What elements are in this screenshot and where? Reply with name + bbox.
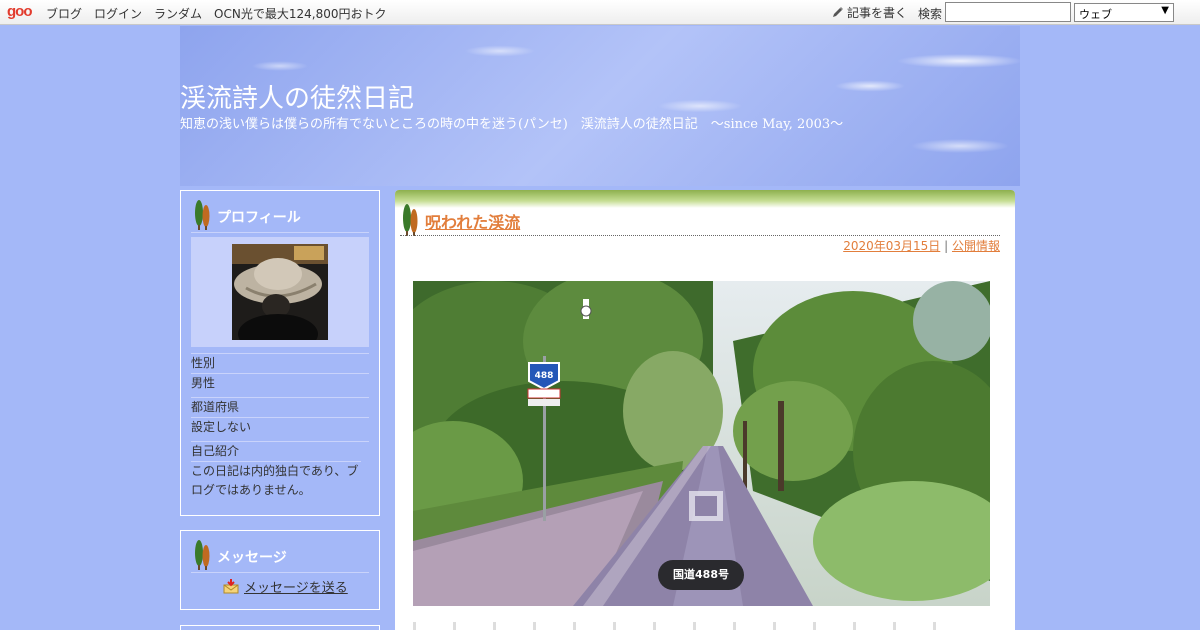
post-photo[interactable]: 488 国道488号 [413, 281, 990, 606]
route-sign-number: 488 [535, 371, 554, 381]
nav-login[interactable]: ログイン [94, 7, 142, 21]
profile-intro-value: この日記は内的独白であり、ブログではありません。 [191, 461, 361, 500]
profile-gender-label: 性別 [191, 353, 369, 373]
cypress-tree-icon [403, 204, 418, 236]
cypress-tree-icon [195, 200, 210, 230]
pencil-icon [833, 7, 843, 17]
blog-post: 呪われた渓流 2020年03月15日 | 公開情報 488 国道488号 [395, 190, 1015, 630]
message-box-header: メッセージ [191, 531, 369, 573]
profile-prefecture-label: 都道府県 [191, 397, 369, 417]
post-category-link[interactable]: 公開情報 [952, 239, 1000, 253]
post-header-band [395, 190, 1015, 208]
write-article-label: 記事を書く [847, 6, 908, 20]
profile-box: プロフィール 性別 男性 都道府県 設定しない 自己紹介 この日記は内的独白であ… [180, 190, 380, 516]
road-name-label: 国道488号 [658, 560, 744, 590]
top-nav: ブログ ログイン ランダム OCN光で最大124,800円おトク [46, 5, 398, 22]
goo-logo[interactable]: goo [7, 3, 32, 20]
avatar[interactable] [232, 244, 328, 340]
profile-box-title: プロフィール [217, 210, 301, 226]
nav-random[interactable]: ランダム [154, 7, 202, 21]
search-scope-select[interactable]: ウェブ ▼ [1074, 3, 1174, 22]
profile-box-header: プロフィール [191, 191, 369, 233]
search-input[interactable] [945, 2, 1071, 22]
profile-gender-value: 男性 [191, 373, 369, 393]
nav-ocn-ad[interactable]: OCN光で最大124,800円おトク [214, 7, 386, 21]
search-scope-value: ウェブ [1079, 8, 1112, 21]
post-meta-separator: | [944, 239, 949, 253]
profile-intro-label: 自己紹介 [191, 441, 369, 461]
post-date-link[interactable]: 2020年03月15日 [843, 239, 940, 253]
goo-toolbar: goo ブログ ログイン ランダム OCN光で最大124,800円おトク 記事を書く … [0, 0, 1200, 25]
street-view-image: 488 [413, 281, 990, 606]
dropdown-arrow-icon: ▼ [1161, 5, 1169, 16]
nav-blog[interactable]: ブログ [46, 7, 82, 21]
cypress-tree-icon [195, 540, 210, 570]
search-label: 検索 [918, 7, 943, 21]
message-box-title: メッセージ [217, 550, 287, 566]
blog-header: 渓流詩人の徒然日記 知恵の浅い僕らは僕らの所有でないところの時の中を迷う(パンセ… [180, 26, 1020, 186]
blog-description: 知恵の浅い僕らは僕らの所有でないところの時の中を迷う(パンセ) 渓流詩人の徒然日… [180, 117, 844, 132]
blog-title[interactable]: 渓流詩人の徒然日記 [180, 78, 414, 115]
post-title-divider [400, 235, 1000, 236]
profile-prefecture-value: 設定しない [191, 417, 369, 437]
mail-icon [223, 579, 239, 594]
message-box: メッセージ メッセージを送る [180, 530, 380, 610]
avatar-image [232, 244, 328, 340]
send-message-link[interactable]: メッセージを送る [244, 577, 348, 596]
avatar-area [191, 237, 369, 347]
post-meta: 2020年03月15日 | 公開情報 [843, 237, 1000, 254]
next-sidebar-box [180, 625, 380, 630]
write-article-button[interactable]: 記事を書く [832, 4, 907, 21]
post-text-preview [413, 622, 973, 630]
post-title-link[interactable]: 呪われた渓流 [425, 209, 520, 233]
